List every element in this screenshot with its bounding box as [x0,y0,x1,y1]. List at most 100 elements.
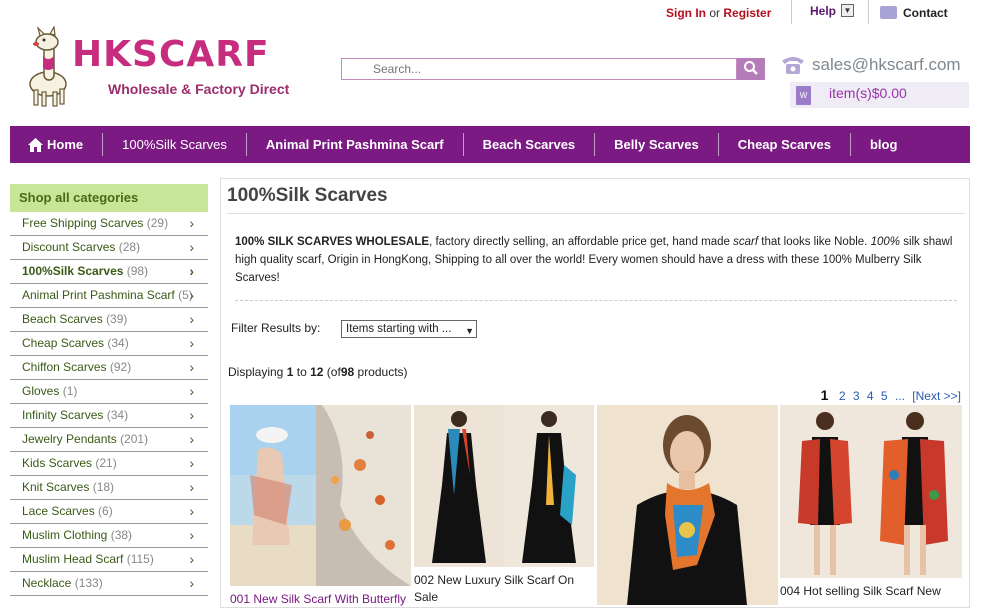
sidebar-item-label: Chiffon Scarves [22,360,107,374]
results-to: 12 [310,365,324,379]
sidebar-item-silk-scarves[interactable]: 100%Silk Scarves (98) › [10,260,208,284]
sidebar-item-label: Gloves [22,384,60,398]
sidebar-item-count: (98) [126,264,149,278]
sidebar-item-gloves[interactable]: Gloves (1) › [10,380,208,404]
nav-belly-scarves[interactable]: Belly Scarves [595,133,719,156]
sidebar-item-chiffon[interactable]: Chiffon Scarves (92) › [10,356,208,380]
product-name[interactable]: 002 New Luxury Silk Scarf On Sale [414,572,594,606]
register-link[interactable]: Register [723,6,771,20]
logo-tagline: Wholesale & Factory Direct [108,81,290,97]
sidebar-item-kids[interactable]: Kids Scarves (21) › [10,452,208,476]
sidebar-item-count: (21) [95,456,117,470]
desc-text: , factory directly selling, an affordabl… [429,236,734,248]
phone-icon [782,57,804,74]
sidebar-item-discount[interactable]: Discount Scarves (28) › [10,236,208,260]
sidebar-item-label: Muslim Head Scarf [22,552,124,566]
desc-text: that looks like Noble. [758,236,871,248]
sidebar-item-label: 100%Silk Scarves [22,264,124,278]
category-description: 100% SILK SCARVES WHOLESALE, factory dir… [235,233,960,287]
nav-home[interactable]: Home [10,133,104,156]
top-links: Sign In or Register Help ▼ Contact [0,0,995,28]
cart-summary[interactable]: item(s)$0.00 [829,85,907,101]
sidebar-item-count: (18) [92,480,115,494]
page-current: 1 [820,387,829,403]
nav-silk-scarves[interactable]: 100%Silk Scarves [103,133,247,156]
email-link[interactable]: sales@hkscarf.com [812,55,961,75]
sidebar-item-muslim-head-scarf[interactable]: Muslim Head Scarf (115) › [10,548,208,572]
sidebar-item-infinity[interactable]: Infinity Scarves (34) › [10,404,208,428]
sidebar-item-count: (92) [109,360,132,374]
sidebar-item-knit[interactable]: Knit Scarves (18) › [10,476,208,500]
product-image[interactable] [230,405,411,586]
sidebar-item-animal-print[interactable]: Animal Print Pashmina Scarf (5) › [10,284,208,308]
sign-in-link[interactable]: Sign In [666,6,706,20]
product-image[interactable] [780,405,962,578]
product-name[interactable]: 001 New Silk Scarf With Butterfly [230,591,411,608]
sidebar-item-label: Animal Print Pashmina Scarf [22,288,175,302]
sidebar-item-muslim-clothing[interactable]: Muslim Clothing (38) › [10,524,208,548]
product-name[interactable]: 004 Hot selling Silk Scarf New [780,583,962,600]
sidebar-item-lace[interactable]: Lace Scarves (6) › [10,500,208,524]
page-link[interactable]: 4 [867,389,874,403]
chevron-right-icon: › [189,359,194,375]
sidebar-item-count: (6) [98,504,113,518]
sidebar-item-count: (115) [126,552,154,566]
help-link[interactable]: Help [810,4,836,18]
chevron-right-icon: › [189,263,194,279]
chevron-right-icon: › [189,455,194,471]
sidebar-item-count: (39) [106,312,128,326]
nav-cheap-scarves[interactable]: Cheap Scarves [719,133,851,156]
chevron-right-icon: › [189,335,194,351]
product-image[interactable] [597,405,778,605]
sidebar-item-jewelry[interactable]: Jewelry Pendants (201) › [10,428,208,452]
results-text: (of [326,365,341,379]
desc-italic: scarf [733,236,759,248]
page-link[interactable]: 5 [881,389,888,403]
sidebar-item-label: Muslim Clothing [22,528,108,542]
sidebar-item-label: Discount Scarves [22,240,116,254]
sidebar-item-label: Free Shipping Scarves [22,216,144,230]
divider [791,0,792,24]
nav-animal-print[interactable]: Animal Print Pashmina Scarf [247,133,464,156]
divider [235,300,957,301]
sidebar-item-label: Beach Scarves [22,312,103,326]
chevron-right-icon: › [189,575,194,591]
chevron-right-icon: › [189,407,194,423]
sidebar-item-necklace[interactable]: Necklace (133) › [10,572,208,596]
filter-select[interactable]: Items starting with ... ▼ [341,320,477,338]
nav-beach-scarves[interactable]: Beach Scarves [464,133,596,156]
sidebar-item-count: (133) [74,576,103,590]
chevron-down-icon[interactable]: ▼ [841,4,854,17]
chevron-right-icon: › [189,287,194,303]
sidebar-item-label: Cheap Scarves [22,336,105,350]
chevron-right-icon: › [189,239,194,255]
chevron-down-icon: ▼ [465,326,474,336]
pagination: 1 2 3 4 5 ... [Next >>] [817,387,961,403]
sidebar-item-beach[interactable]: Beach Scarves (39) › [10,308,208,332]
sidebar-item-label: Lace Scarves [22,504,95,518]
chat-icon [880,6,897,19]
sidebar-item-count: (38) [110,528,133,542]
product-image[interactable] [414,405,594,567]
search-input[interactable] [342,59,736,79]
filter-label: Filter Results by: [231,321,321,335]
results-text: to [296,365,307,379]
nav-blog[interactable]: blog [851,133,916,156]
sidebar-item-free-shipping[interactable]: Free Shipping Scarves (29) › [10,212,208,236]
search-button[interactable] [737,58,765,80]
next-page-link[interactable]: [Next >>] [912,389,961,403]
sidebar-item-count: (29) [146,216,169,230]
sidebar-item-count: (1) [62,384,78,398]
chevron-right-icon: › [189,551,194,567]
sidebar-item-count: (201) [120,432,149,446]
sidebar-item-cheap[interactable]: Cheap Scarves (34) › [10,332,208,356]
contact-link[interactable]: Contact [903,6,948,20]
page-link[interactable]: 3 [853,389,860,403]
sidebar-item-label: Jewelry Pendants [22,432,117,446]
sidebar-item-label: Infinity Scarves [22,408,104,422]
page-link[interactable]: 2 [839,389,846,403]
shopping-bag-icon[interactable]: W [796,86,811,105]
chevron-right-icon: › [189,431,194,447]
site-logo[interactable]: HKSCARF Wholesale & Factory Direct [20,26,310,112]
chevron-right-icon: › [189,215,194,231]
